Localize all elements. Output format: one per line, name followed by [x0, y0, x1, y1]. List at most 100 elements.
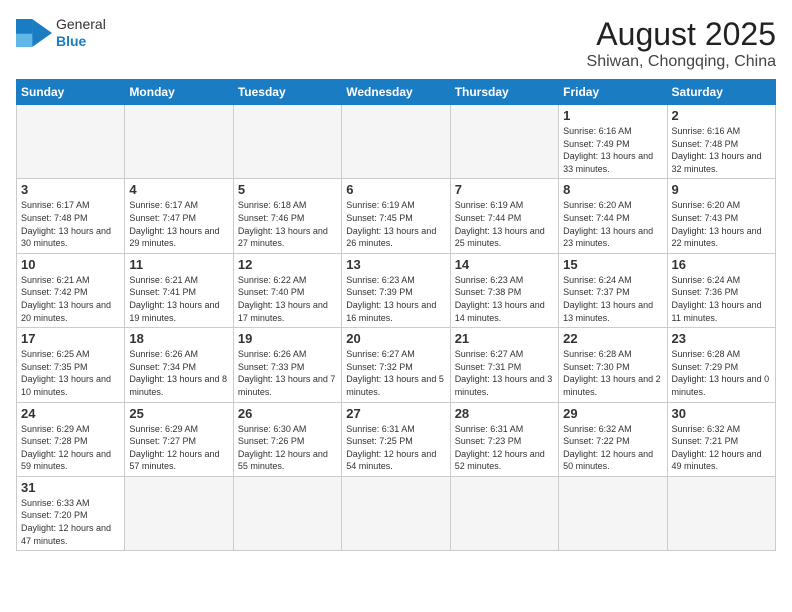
- week-row-4: 24 Sunrise: 6:29 AMSunset: 7:28 PMDayligh…: [17, 402, 776, 476]
- day-cell: 12Sunrise: 6:22 AMSunset: 7:40 PMDayligh…: [233, 253, 341, 327]
- day-cell: [125, 105, 233, 179]
- day-number: 25: [129, 406, 228, 421]
- calendar: SundayMondayTuesdayWednesdayThursdayFrid…: [16, 79, 776, 551]
- day-cell: 27 Sunrise: 6:31 AMSunset: 7:25 PMDayligh…: [342, 402, 450, 476]
- day-number: 31: [21, 480, 120, 495]
- day-number: 24: [21, 406, 120, 421]
- day-number: 4: [129, 182, 228, 197]
- week-row-2: 10Sunrise: 6:21 AMSunset: 7:42 PMDayligh…: [17, 253, 776, 327]
- day-cell: 17Sunrise: 6:25 AMSunset: 7:35 PMDayligh…: [17, 328, 125, 402]
- day-info: Sunrise: 6:29 AMSunset: 7:27 PMDaylight:…: [129, 423, 228, 473]
- weekday-header-thursday: Thursday: [450, 80, 558, 105]
- day-cell: 21 Sunrise: 6:27 AMSunset: 7:31 PMDayligh…: [450, 328, 558, 402]
- day-cell: 18 Sunrise: 6:26 AMSunset: 7:34 PMDayligh…: [125, 328, 233, 402]
- weekday-header-monday: Monday: [125, 80, 233, 105]
- day-cell: 3 Sunrise: 6:17 AMSunset: 7:48 PMDaylight…: [17, 179, 125, 253]
- day-info: Sunrise: 6:32 AMSunset: 7:22 PMDaylight:…: [563, 423, 662, 473]
- day-info: Sunrise: 6:22 AMSunset: 7:40 PMDaylight:…: [238, 274, 337, 324]
- day-info: Sunrise: 6:20 AMSunset: 7:44 PMDaylight:…: [563, 199, 662, 249]
- day-info: Sunrise: 6:33 AMSunset: 7:20 PMDaylight:…: [21, 497, 120, 547]
- day-number: 8: [563, 182, 662, 197]
- sub-title: Shiwan, Chongqing, China: [587, 53, 776, 71]
- day-cell: 6Sunrise: 6:19 AMSunset: 7:45 PMDaylight…: [342, 179, 450, 253]
- day-info: Sunrise: 6:31 AMSunset: 7:23 PMDaylight:…: [455, 423, 554, 473]
- day-cell: [342, 105, 450, 179]
- day-cell: 24 Sunrise: 6:29 AMSunset: 7:28 PMDayligh…: [17, 402, 125, 476]
- header: General Blue August 2025 Shiwan, Chongqi…: [16, 16, 776, 71]
- day-info: Sunrise: 6:28 AMSunset: 7:30 PMDaylight:…: [563, 348, 662, 398]
- day-number: 6: [346, 182, 445, 197]
- logo: General Blue: [16, 16, 106, 50]
- day-cell: [667, 476, 775, 550]
- day-cell: [233, 476, 341, 550]
- day-number: 15: [563, 257, 662, 272]
- day-info: Sunrise: 6:25 AMSunset: 7:35 PMDaylight:…: [21, 348, 120, 398]
- day-info: Sunrise: 6:24 AMSunset: 7:36 PMDaylight:…: [672, 274, 771, 324]
- day-info: Sunrise: 6:28 AMSunset: 7:29 PMDaylight:…: [672, 348, 771, 398]
- week-row-1: 3 Sunrise: 6:17 AMSunset: 7:48 PMDaylight…: [17, 179, 776, 253]
- day-info: Sunrise: 6:16 AMSunset: 7:49 PMDaylight:…: [563, 125, 662, 175]
- day-number: 21: [455, 331, 554, 346]
- day-info: Sunrise: 6:17 AMSunset: 7:48 PMDaylight:…: [21, 199, 120, 249]
- day-cell: 8 Sunrise: 6:20 AMSunset: 7:44 PMDaylight…: [559, 179, 667, 253]
- week-row-0: 1Sunrise: 6:16 AMSunset: 7:49 PMDaylight…: [17, 105, 776, 179]
- day-info: Sunrise: 6:31 AMSunset: 7:25 PMDaylight:…: [346, 423, 445, 473]
- day-number: 27: [346, 406, 445, 421]
- logo-icon: [16, 19, 52, 47]
- day-cell: 9 Sunrise: 6:20 AMSunset: 7:43 PMDaylight…: [667, 179, 775, 253]
- day-info: Sunrise: 6:18 AMSunset: 7:46 PMDaylight:…: [238, 199, 337, 249]
- day-cell: [17, 105, 125, 179]
- day-info: Sunrise: 6:23 AMSunset: 7:39 PMDaylight:…: [346, 274, 445, 324]
- day-number: 30: [672, 406, 771, 421]
- week-row-5: 31 Sunrise: 6:33 AMSunset: 7:20 PMDayligh…: [17, 476, 776, 550]
- day-number: 11: [129, 257, 228, 272]
- day-cell: 4 Sunrise: 6:17 AMSunset: 7:47 PMDaylight…: [125, 179, 233, 253]
- day-info: Sunrise: 6:19 AMSunset: 7:44 PMDaylight:…: [455, 199, 554, 249]
- day-number: 22: [563, 331, 662, 346]
- day-cell: 2Sunrise: 6:16 AMSunset: 7:48 PMDaylight…: [667, 105, 775, 179]
- day-info: Sunrise: 6:24 AMSunset: 7:37 PMDaylight:…: [563, 274, 662, 324]
- day-number: 19: [238, 331, 337, 346]
- day-cell: [342, 476, 450, 550]
- day-number: 16: [672, 257, 771, 272]
- day-number: 13: [346, 257, 445, 272]
- day-info: Sunrise: 6:27 AMSunset: 7:32 PMDaylight:…: [346, 348, 445, 398]
- weekday-header-friday: Friday: [559, 80, 667, 105]
- day-info: Sunrise: 6:29 AMSunset: 7:28 PMDaylight:…: [21, 423, 120, 473]
- day-cell: 7 Sunrise: 6:19 AMSunset: 7:44 PMDaylight…: [450, 179, 558, 253]
- day-number: 29: [563, 406, 662, 421]
- weekday-header-wednesday: Wednesday: [342, 80, 450, 105]
- day-info: Sunrise: 6:26 AMSunset: 7:34 PMDaylight:…: [129, 348, 228, 398]
- day-cell: 30 Sunrise: 6:32 AMSunset: 7:21 PMDayligh…: [667, 402, 775, 476]
- day-number: 2: [672, 108, 771, 123]
- day-info: Sunrise: 6:20 AMSunset: 7:43 PMDaylight:…: [672, 199, 771, 249]
- day-cell: [559, 476, 667, 550]
- day-info: Sunrise: 6:17 AMSunset: 7:47 PMDaylight:…: [129, 199, 228, 249]
- day-cell: 16 Sunrise: 6:24 AMSunset: 7:36 PMDayligh…: [667, 253, 775, 327]
- day-info: Sunrise: 6:23 AMSunset: 7:38 PMDaylight:…: [455, 274, 554, 324]
- day-cell: 14Sunrise: 6:23 AMSunset: 7:38 PMDayligh…: [450, 253, 558, 327]
- day-number: 9: [672, 182, 771, 197]
- page: General Blue August 2025 Shiwan, Chongqi…: [0, 0, 792, 567]
- day-cell: 23Sunrise: 6:28 AMSunset: 7:29 PMDayligh…: [667, 328, 775, 402]
- title-block: August 2025 Shiwan, Chongqing, China: [587, 16, 776, 71]
- day-cell: [233, 105, 341, 179]
- day-info: Sunrise: 6:27 AMSunset: 7:31 PMDaylight:…: [455, 348, 554, 398]
- day-cell: 20 Sunrise: 6:27 AMSunset: 7:32 PMDayligh…: [342, 328, 450, 402]
- day-cell: [450, 105, 558, 179]
- day-cell: 31 Sunrise: 6:33 AMSunset: 7:20 PMDayligh…: [17, 476, 125, 550]
- day-number: 20: [346, 331, 445, 346]
- day-number: 18: [129, 331, 228, 346]
- day-cell: 29 Sunrise: 6:32 AMSunset: 7:22 PMDayligh…: [559, 402, 667, 476]
- day-number: 7: [455, 182, 554, 197]
- day-number: 3: [21, 182, 120, 197]
- day-number: 26: [238, 406, 337, 421]
- day-info: Sunrise: 6:32 AMSunset: 7:21 PMDaylight:…: [672, 423, 771, 473]
- weekday-header-sunday: Sunday: [17, 80, 125, 105]
- day-number: 28: [455, 406, 554, 421]
- day-info: Sunrise: 6:21 AMSunset: 7:42 PMDaylight:…: [21, 274, 120, 324]
- day-cell: 28 Sunrise: 6:31 AMSunset: 7:23 PMDayligh…: [450, 402, 558, 476]
- day-cell: [125, 476, 233, 550]
- weekday-header-saturday: Saturday: [667, 80, 775, 105]
- weekday-header-tuesday: Tuesday: [233, 80, 341, 105]
